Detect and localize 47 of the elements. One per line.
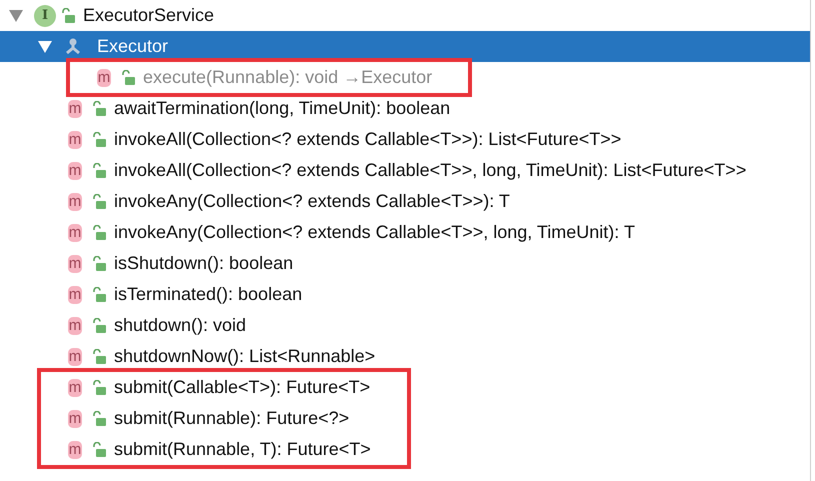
padlock-icon	[93, 194, 106, 209]
member-label: submit(Callable<T>): Future<T>	[114, 376, 370, 399]
padlock-icon	[93, 132, 106, 147]
padlock-icon	[93, 318, 106, 333]
tree-row[interactable]: Executor	[0, 31, 810, 62]
member-label: invokeAll(Collection<? extends Callable<T>>, long, TimeUnit): List<Future<T>>	[114, 159, 746, 182]
interface-icon: I	[34, 4, 56, 26]
padlock-icon	[93, 442, 106, 457]
padlock-icon	[122, 70, 135, 85]
member-label: invokeAny(Collection<? extends Callable<T>>): T	[114, 190, 510, 213]
padlock-icon	[93, 225, 106, 240]
hierarchy-icon	[63, 36, 83, 56]
tree-row[interactable]: m invokeAny(Collection<? extends Callable<T>>, long, TimeUnit): T	[0, 217, 810, 248]
tree-row[interactable]: m invokeAll(Collection<? extends Callable<T>>): List<Future<T>>	[0, 124, 810, 155]
padlock-icon	[93, 287, 106, 302]
member-label: isTerminated(): boolean	[114, 283, 302, 306]
tree-row[interactable]: m invokeAny(Collection<? extends Callable<T>>): T	[0, 186, 810, 217]
member-label: submit(Runnable, T): Future<T>	[114, 438, 371, 461]
padlock-icon	[93, 163, 106, 178]
padlock-icon	[93, 101, 106, 116]
tree-row[interactable]: m awaitTermination(long, TimeUnit): boolean	[0, 93, 810, 124]
padlock-icon	[93, 256, 106, 271]
member-label: submit(Runnable): Future<?>	[114, 407, 350, 430]
tree-row[interactable]: m isTerminated(): boolean	[0, 279, 810, 310]
padlock-icon	[93, 349, 106, 364]
tree-row[interactable]: m submit(Runnable, T): Future<T>	[0, 434, 371, 465]
tree-row[interactable]: m shutdownNow(): List<Runnable>	[0, 341, 810, 372]
member-label: awaitTermination(long, TimeUnit): boolean	[114, 97, 450, 120]
tree-row[interactable]: m shutdown(): void	[0, 310, 810, 341]
member-label: invokeAll(Collection<? extends Callable<T>>): List<Future<T>>	[114, 128, 622, 151]
member-label: invokeAny(Collection<? extends Callable<T>>, long, TimeUnit): T	[114, 221, 635, 244]
tree-row[interactable]: I ExecutorService	[0, 0, 810, 31]
member-label: execute(Runnable): void →Executor	[143, 66, 432, 89]
member-label: isShutdown(): boolean	[114, 252, 294, 275]
padlock-icon	[93, 380, 106, 395]
member-label: Executor	[97, 35, 168, 58]
expanded-arrow-icon[interactable]	[9, 10, 23, 22]
padlock-icon	[62, 8, 75, 23]
tree-row[interactable]: m submit(Callable<T>): Future<T>	[0, 372, 371, 403]
tree-row[interactable]: m submit(Runnable): Future<?>	[0, 403, 371, 434]
member-label: shutdown(): void	[114, 314, 246, 337]
member-label: shutdownNow(): List<Runnable>	[114, 345, 376, 368]
tree-row[interactable]: m isShutdown(): boolean	[0, 248, 810, 279]
member-label: ExecutorService	[83, 4, 214, 27]
expanded-arrow-icon[interactable]	[38, 40, 52, 52]
padlock-icon	[93, 411, 106, 426]
tree-row[interactable]: m invokeAll(Collection<? extends Callable<T>>, long, TimeUnit): List<Future<T>>	[0, 155, 810, 186]
